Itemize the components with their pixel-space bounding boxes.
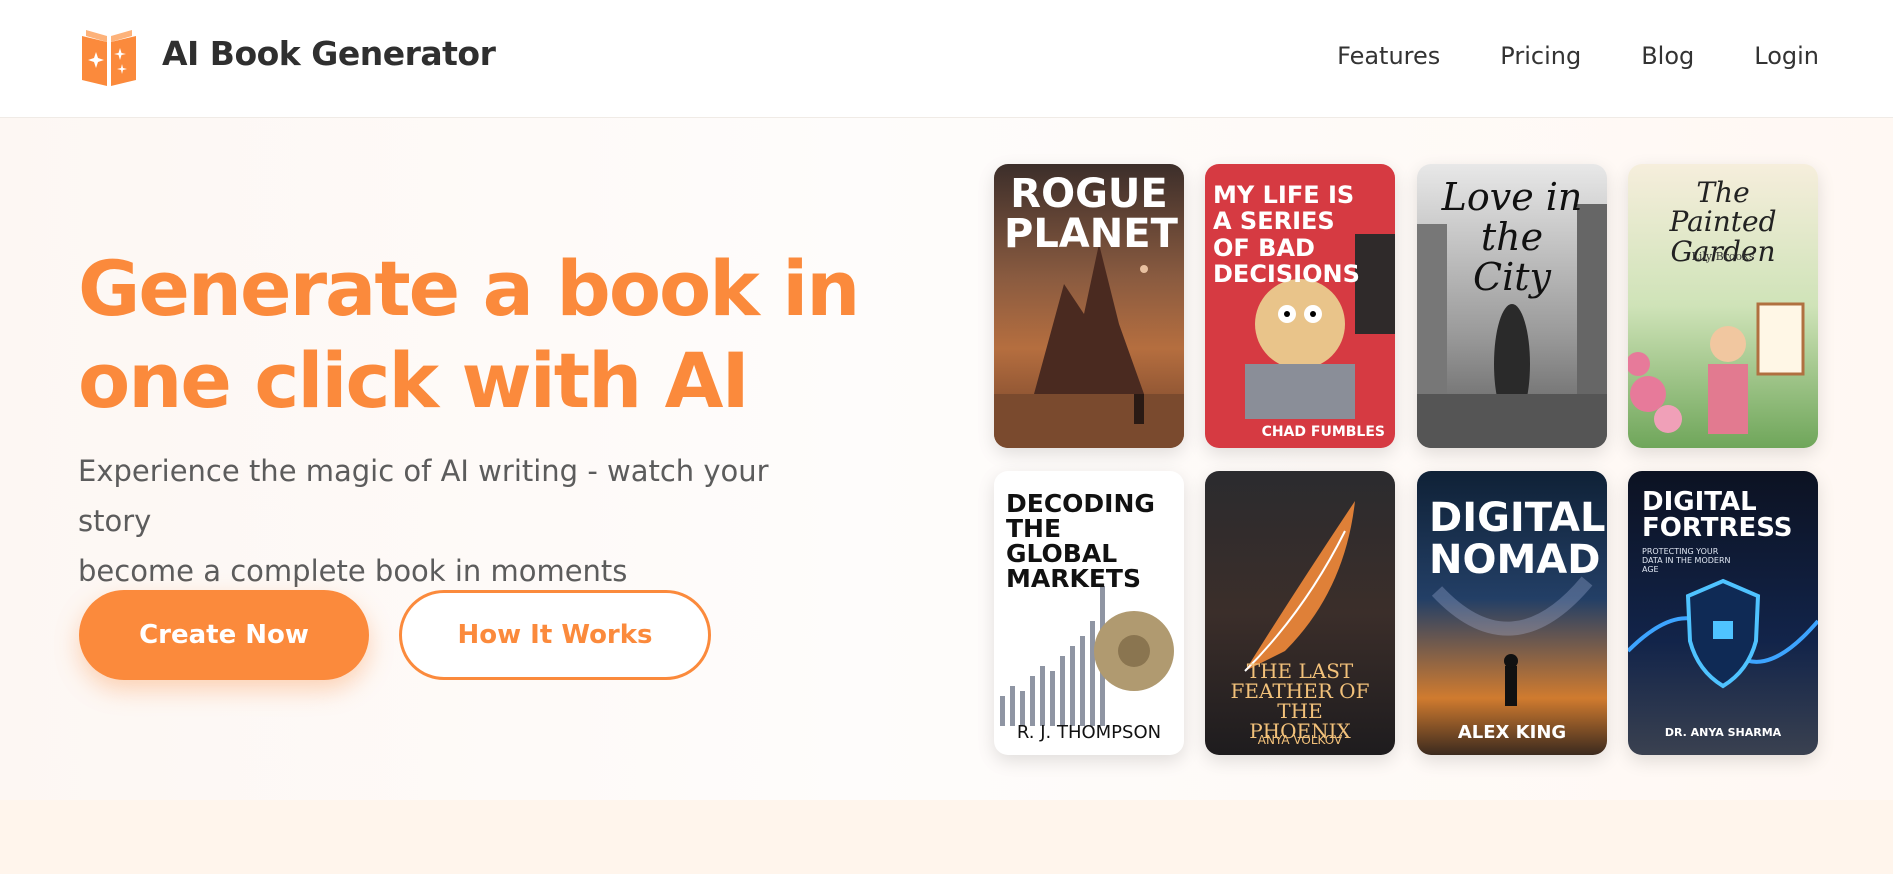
book-title: DECODING THE GLOBAL MARKETS	[1006, 489, 1155, 593]
book-author: DR. ANYA SHARMA	[1664, 726, 1782, 739]
site-header: AI Book Generator Features Pricing Blog …	[0, 0, 1893, 118]
how-it-works-button[interactable]: How It Works	[399, 590, 711, 680]
book-subtitle: PROTECTING YOUR DATA IN THE MODERN AGE	[1642, 547, 1731, 574]
subtext-line-1: Experience the magic of AI writing - wat…	[78, 454, 769, 538]
book-author: R. J. THOMPSON	[1016, 722, 1162, 743]
book-cover-digital-fortress[interactable]: DIGITAL FORTRESS PROTECTING YOUR DATA IN…	[1628, 471, 1818, 755]
book-cover-love-in-the-city[interactable]: Love in the City	[1417, 164, 1607, 448]
nav-blog[interactable]: Blog	[1641, 42, 1694, 70]
next-section-band	[0, 800, 1893, 874]
book-title: ROGUE PLANET	[1004, 171, 1178, 257]
nav-pricing[interactable]: Pricing	[1500, 42, 1581, 70]
main-nav: Features Pricing Blog Login	[1277, 42, 1819, 70]
book-title: DIGITAL FORTRESS	[1642, 487, 1793, 543]
headline-line-2: one click with AI	[78, 336, 750, 425]
book-author: Lily Brooks	[1691, 250, 1755, 263]
book-logo-icon[interactable]	[78, 28, 140, 88]
hero-headline: Generate a book in one click with AI	[78, 243, 898, 427]
book-author: CHAD FUMBLES	[1261, 424, 1385, 440]
hero-section: Generate a book in one click with AI Exp…	[0, 118, 1893, 800]
book-title: THE LAST FEATHER OF THE PHOENIX	[1230, 659, 1370, 743]
book-cover-my-life[interactable]: MY LIFE IS A SERIES OF BAD DECISIONS CHA…	[1205, 164, 1395, 448]
subtext-line-2: become a complete book in moments	[78, 554, 628, 588]
book-cover-digital-nomad[interactable]: DIGITAL NOMAD ALEX KING	[1417, 471, 1607, 755]
book-author: ALEX KING	[1457, 722, 1567, 743]
book-title: MY LIFE IS A SERIES OF BAD DECISIONS	[1213, 181, 1360, 289]
create-now-button[interactable]: Create Now	[79, 590, 369, 680]
book-cover-rogue-planet[interactable]: ROGUE PLANET	[994, 164, 1184, 448]
book-cover-last-feather[interactable]: THE LAST FEATHER OF THE PHOENIX ANYA VOL…	[1205, 471, 1395, 755]
book-author: ANYA VOLKOV	[1257, 733, 1343, 747]
book-cover-decoding-markets[interactable]: DECODING THE GLOBAL MARKETS R. J. THOMPS…	[994, 471, 1184, 755]
headline-line-1: Generate a book in	[78, 244, 860, 333]
book-cover-painted-garden[interactable]: The Painted Garden Lily Brooks	[1628, 164, 1818, 448]
brand-name[interactable]: AI Book Generator	[162, 34, 496, 73]
book-title: DIGITAL NOMAD	[1429, 495, 1606, 583]
nav-features[interactable]: Features	[1337, 42, 1440, 70]
book-title: Love in the City	[1441, 175, 1583, 299]
nav-login[interactable]: Login	[1754, 42, 1819, 70]
hero-subtext: Experience the magic of AI writing - wat…	[78, 446, 838, 596]
